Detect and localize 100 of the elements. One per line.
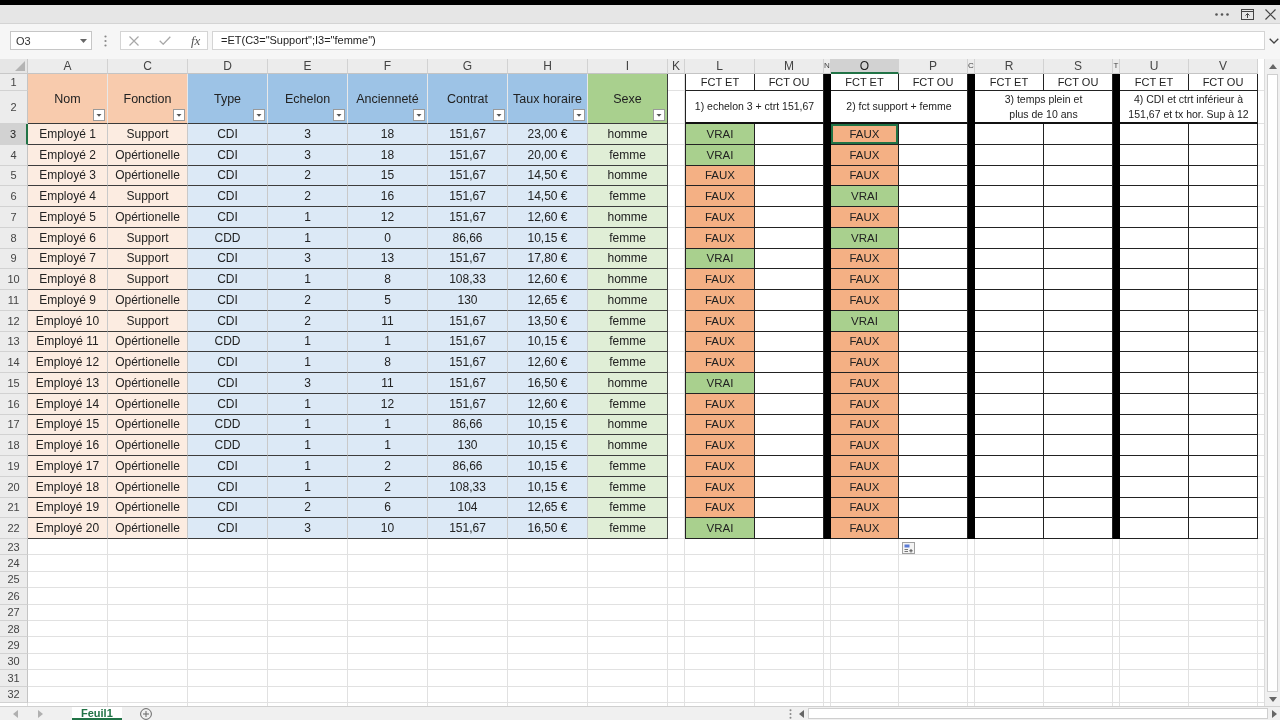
column-title: Type [213, 91, 242, 106]
column-header[interactable]: P [899, 59, 968, 74]
table-cell: 151,67 [428, 207, 508, 228]
row-header[interactable]: 16 [0, 393, 28, 415]
table-cell: 12,60 € [508, 269, 588, 290]
row-header[interactable]: 7 [0, 207, 28, 228]
table-cell: 1 [268, 456, 348, 477]
row-header[interactable]: 3 [0, 124, 28, 145]
row-header[interactable]: 31 [0, 670, 28, 687]
column-header[interactable]: S [1044, 59, 1113, 74]
row-header[interactable]: 15 [0, 373, 28, 394]
table-cell: CDD [188, 227, 268, 249]
row-header[interactable]: 20 [0, 476, 28, 498]
table-cell: 12,60 € [508, 393, 588, 415]
row-header[interactable]: 13 [0, 331, 28, 353]
quick-analysis-icon[interactable] [902, 542, 915, 554]
row-header[interactable]: 8 [0, 227, 28, 249]
scroll-left-icon[interactable] [799, 709, 804, 718]
column-header[interactable]: K [668, 59, 685, 74]
table-cell: 2 [348, 456, 428, 477]
table-cell: 3 [268, 373, 348, 394]
column-header[interactable]: E [268, 59, 348, 74]
add-sheet-icon[interactable] [139, 707, 152, 720]
column-header[interactable]: F [348, 59, 428, 74]
more-options-icon[interactable] [1215, 12, 1229, 16]
table-cell: homme [588, 207, 668, 228]
result-cell: FAUX [831, 144, 899, 166]
column-header[interactable]: C [108, 59, 188, 74]
column-header[interactable]: R [975, 59, 1044, 74]
table-cell: 8 [348, 269, 428, 290]
column-header[interactable]: M [755, 59, 824, 74]
table-cell: 151,67 [428, 124, 508, 145]
filter-dropdown-icon[interactable] [253, 109, 265, 121]
table-cell: CDD [188, 331, 268, 353]
row-header[interactable]: 2 [0, 91, 28, 124]
table-cell: 18 [348, 124, 428, 145]
filter-dropdown-icon[interactable] [173, 109, 185, 121]
column-header[interactable]: I [588, 59, 668, 74]
row-header[interactable]: 21 [0, 497, 28, 519]
filter-dropdown-icon[interactable] [413, 109, 425, 121]
scroll-up-icon[interactable] [1268, 64, 1277, 69]
sheet-tab[interactable]: Feuil1 [72, 707, 122, 720]
caret-icon[interactable] [80, 38, 87, 43]
row-header[interactable]: 18 [0, 435, 28, 456]
row-header[interactable]: 17 [0, 414, 28, 436]
column-header[interactable]: L [685, 59, 755, 74]
close-icon[interactable] [1265, 8, 1276, 20]
column-header[interactable]: D [188, 59, 268, 74]
table-cell: CDI [188, 124, 268, 145]
table-cell: 151,67 [428, 186, 508, 207]
table-cell: 151,67 [428, 393, 508, 415]
row-header[interactable]: 5 [0, 165, 28, 187]
filter-dropdown-icon[interactable] [653, 109, 665, 121]
column-header[interactable]: G [428, 59, 508, 74]
row-header[interactable]: 10 [0, 269, 28, 290]
table-cell: CDI [188, 352, 268, 373]
formula-field[interactable]: =ET(C3="Support";I3="femme") [212, 31, 1265, 50]
filter-dropdown-icon[interactable] [493, 109, 505, 121]
scrollbar-thumb[interactable] [1267, 74, 1278, 692]
table-cell: 12,60 € [508, 352, 588, 373]
vertical-dots-icon[interactable] [104, 35, 107, 47]
column-header[interactable]: U [1120, 59, 1189, 74]
table-cell: 1 [268, 435, 348, 456]
checkmark-icon[interactable] [159, 36, 171, 45]
row-header[interactable]: 24 [0, 555, 28, 572]
table-cell: 8 [348, 352, 428, 373]
restore-window-icon[interactable] [1241, 8, 1254, 20]
result-cell: FAUX [685, 456, 755, 477]
vertical-dots-icon[interactable] [789, 708, 792, 719]
result-cell: FAUX [831, 373, 899, 394]
row-header[interactable]: 1 [0, 74, 28, 91]
column-header[interactable]: O [831, 59, 899, 74]
row-header[interactable]: 19 [0, 456, 28, 477]
name-box[interactable]: O3 [10, 31, 92, 50]
table-header-cell: FCT OU [1044, 74, 1113, 91]
expand-chevron-icon[interactable] [1269, 38, 1279, 44]
table-cell: Employé 16 [28, 435, 108, 456]
row-header[interactable]: 6 [0, 186, 28, 207]
column-header[interactable]: H [508, 59, 588, 74]
table-cell: 10,15 € [508, 456, 588, 477]
row-header[interactable]: 29 [0, 637, 28, 654]
filter-dropdown-icon[interactable] [573, 109, 585, 121]
row-header[interactable]: 4 [0, 144, 28, 166]
column-header[interactable]: V [1189, 59, 1258, 74]
column-header[interactable]: A [28, 59, 108, 74]
row-header[interactable]: 9 [0, 248, 28, 270]
filter-dropdown-icon[interactable] [333, 109, 345, 121]
row-header[interactable]: 22 [0, 518, 28, 539]
scrollbar-thumb[interactable] [808, 708, 1268, 719]
row-header[interactable]: 11 [0, 290, 28, 311]
scroll-right-icon[interactable] [1272, 709, 1277, 718]
row-header[interactable]: 14 [0, 352, 28, 373]
row-header[interactable]: 23 [0, 539, 28, 556]
row-header[interactable]: 12 [0, 310, 28, 332]
table-cell: 10 [348, 518, 428, 539]
row-header[interactable]: 26 [0, 588, 28, 605]
scroll-down-icon[interactable] [1268, 697, 1277, 702]
filter-dropdown-icon[interactable] [93, 109, 105, 121]
table-cell: 16,50 € [508, 518, 588, 539]
insert-function-button[interactable]: fx [191, 33, 201, 48]
